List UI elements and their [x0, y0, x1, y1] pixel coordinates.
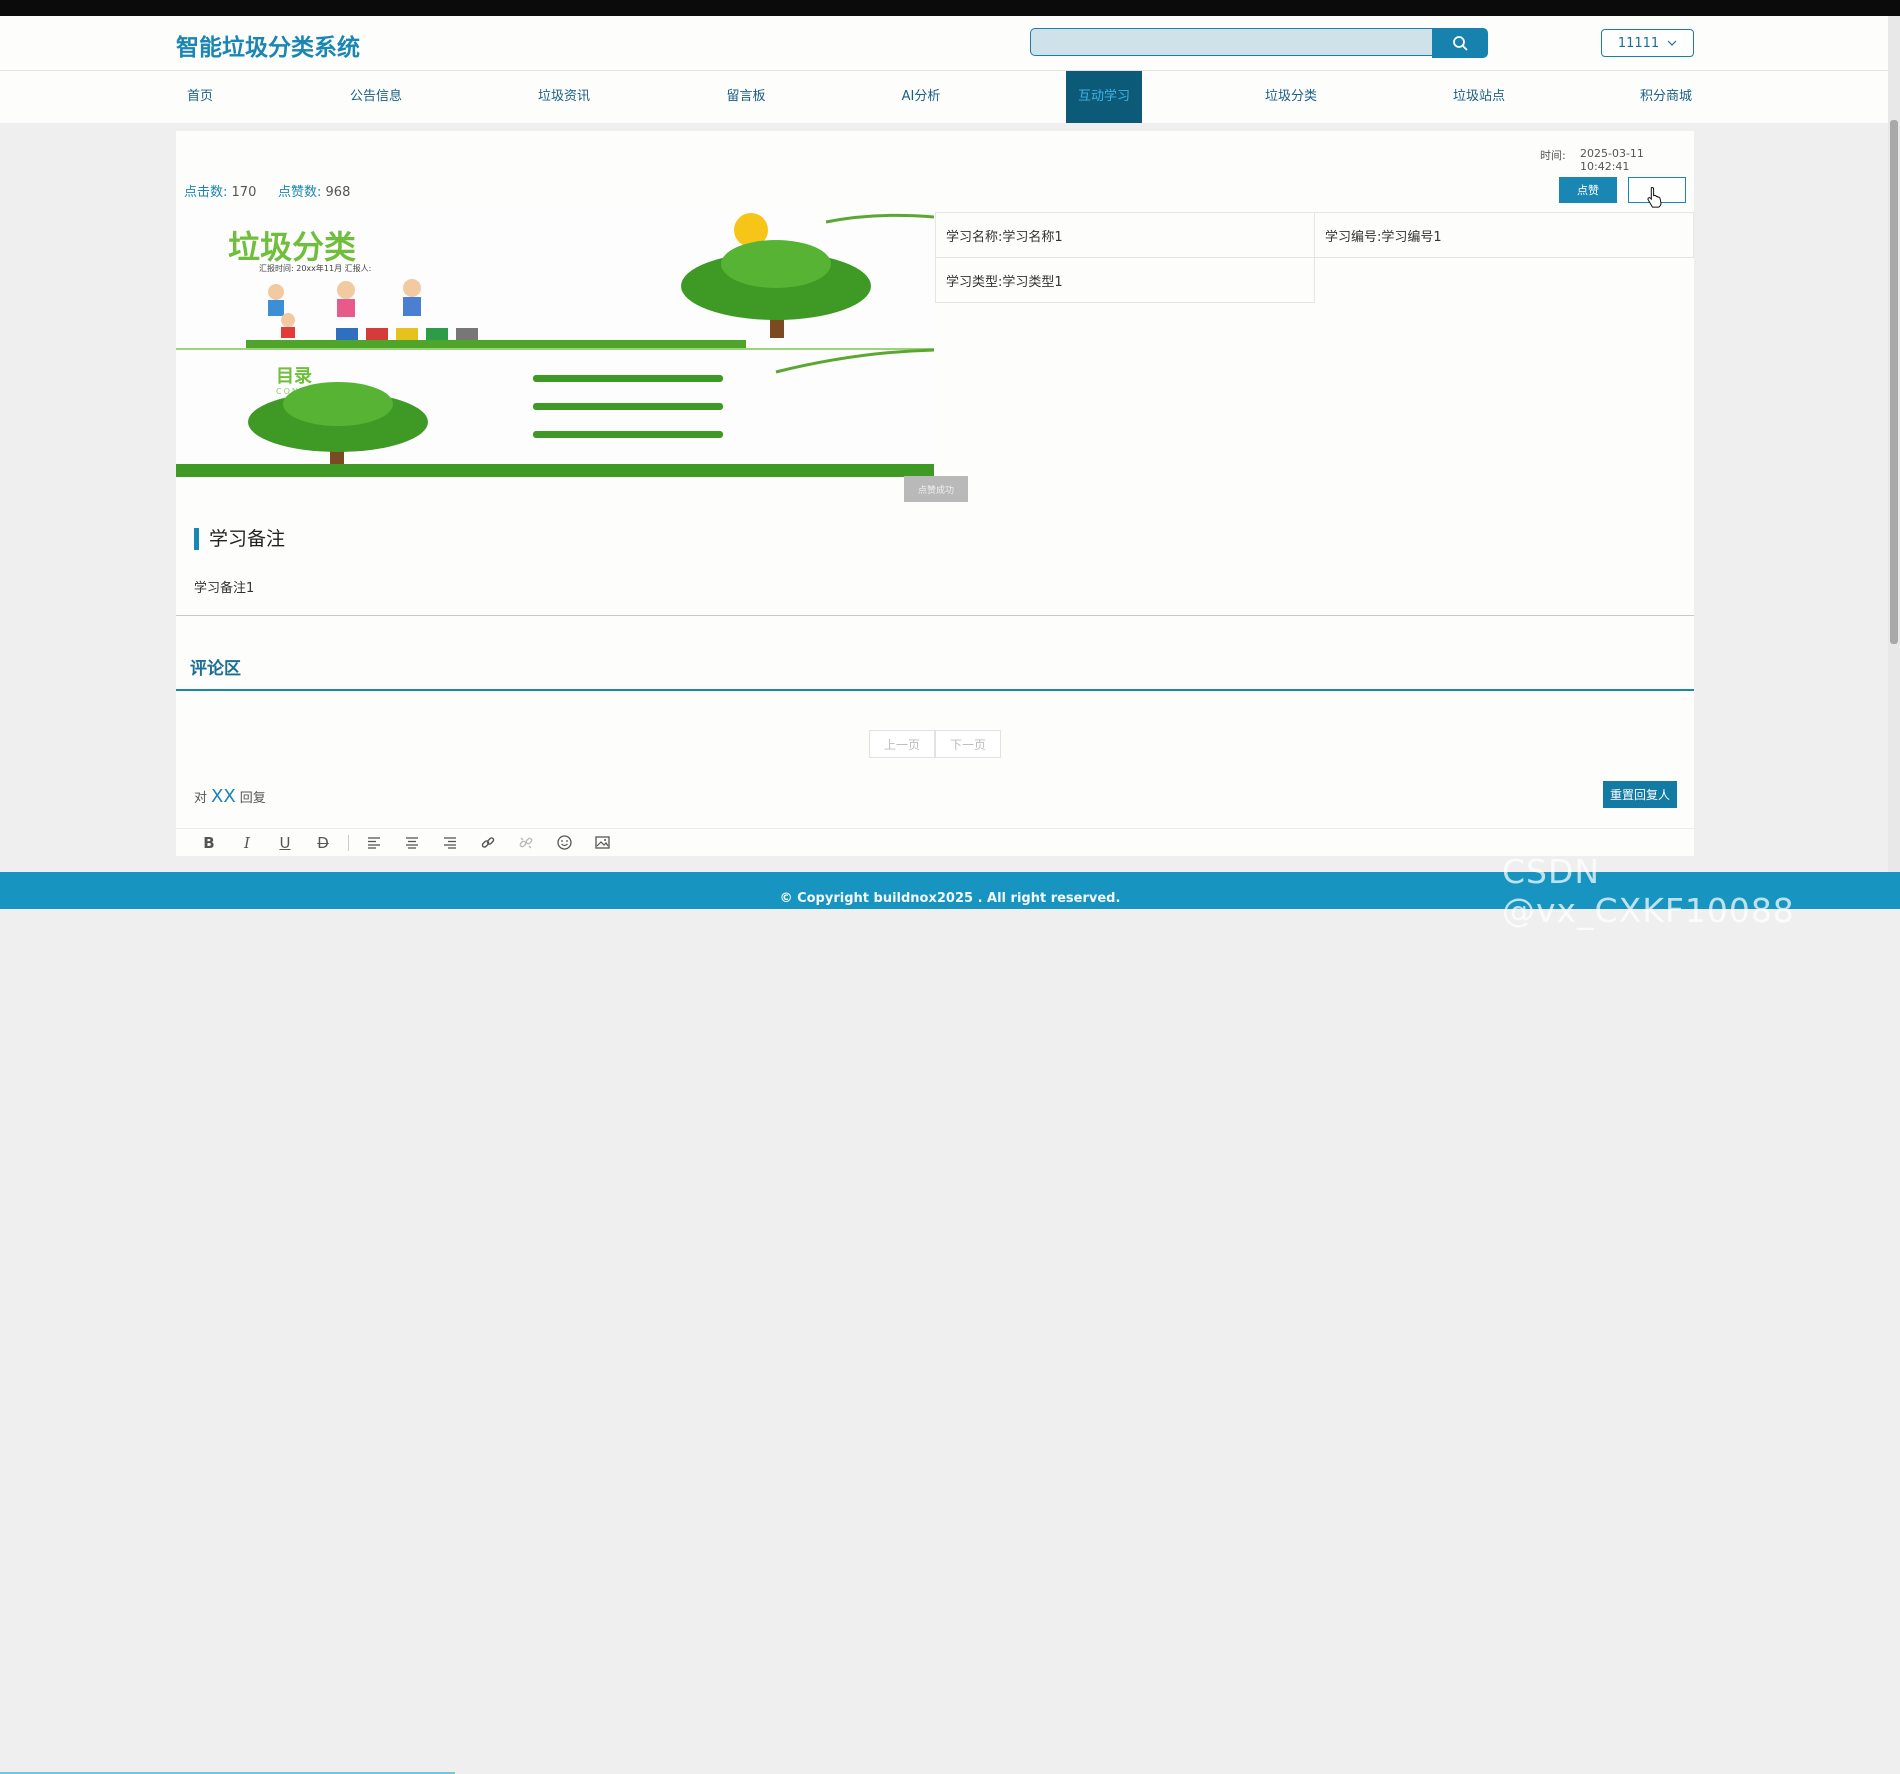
username: 11111: [1617, 35, 1660, 51]
garbage-classification-illustration: 垃圾分类 汇报时间: 20xx年11月 汇报人: 目录: [176, 212, 934, 477]
learning-name: 学习名称:学习名称1: [935, 212, 1315, 258]
editor-toolbar: B I U D: [176, 828, 1694, 856]
toc-title: 目录: [276, 366, 312, 387]
like-count-value: 968: [325, 185, 351, 200]
learning-info-table: 学习名称:学习名称1 学习编号:学习编号1 学习类型:学习类型1: [935, 212, 1694, 303]
nav-item-stations[interactable]: 垃圾站点: [1453, 71, 1505, 123]
click-count-value: 170: [231, 185, 257, 200]
link-icon[interactable]: [469, 831, 507, 855]
comment-section-title: 评论区: [190, 659, 241, 679]
nav-item-ai-analysis[interactable]: AI分析: [902, 71, 941, 123]
like-count: 点赞数: 968: [278, 181, 350, 200]
align-center-icon[interactable]: [393, 831, 431, 855]
toolbar-separator: [348, 834, 349, 851]
site-title: 智能垃圾分类系统: [176, 35, 360, 61]
time-label: 时间:: [1540, 149, 1566, 162]
strikethrough-icon[interactable]: D: [304, 831, 342, 855]
empty-cell: [1315, 258, 1694, 303]
main-nav: 首页 公告信息 垃圾资讯 留言板 AI分析 互动学习 垃圾分类 垃圾站点 积分商…: [0, 71, 1888, 123]
learning-code: 学习编号:学习编号1: [1314, 212, 1694, 258]
comment-section-line: [176, 689, 1694, 691]
chevron-down-icon: [1667, 40, 1677, 46]
reply-prefix: 对: [194, 791, 208, 806]
comment-pagination: 上一页 下一页: [869, 730, 1001, 758]
time-value: 2025-03-11 10:42:41: [1580, 147, 1644, 173]
reply-name: XX: [211, 786, 236, 807]
reset-reply-button[interactable]: 重置回复人: [1603, 781, 1677, 808]
learning-type: 学习类型:学习类型1: [935, 257, 1315, 303]
reply-suffix: 回复: [239, 791, 266, 806]
nav-item-interactive-learning[interactable]: 互动学习: [1065, 71, 1143, 123]
nav-item-points-mall[interactable]: 积分商城: [1640, 71, 1692, 123]
like-success-toast: 点赞成功: [904, 476, 968, 502]
nav-item-announcements[interactable]: 公告信息: [350, 71, 402, 123]
click-count: 点击数: 170: [184, 181, 256, 200]
banner-title: 垃圾分类: [228, 228, 356, 266]
csdn-watermark: CSDN @vx_CXKF10088: [1502, 852, 1795, 930]
learning-image: 垃圾分类 汇报时间: 20xx年11月 汇报人: 目录: [176, 212, 934, 477]
reply-target: 对 XX 回复: [194, 786, 266, 807]
scrollbar-thumb[interactable]: [1890, 120, 1898, 644]
prev-page-button[interactable]: 上一页: [869, 730, 935, 758]
emoji-icon[interactable]: [545, 831, 583, 855]
align-left-icon[interactable]: [355, 831, 393, 855]
user-menu-button[interactable]: 11111: [1601, 29, 1694, 57]
search-icon: [1453, 36, 1468, 51]
page-scrollbar[interactable]: [1888, 16, 1900, 909]
next-page-button[interactable]: 下一页: [935, 730, 1001, 758]
underline-icon[interactable]: U: [266, 831, 304, 855]
nav-item-home[interactable]: 首页: [187, 71, 213, 123]
search-input[interactable]: [1030, 28, 1434, 56]
click-count-label: 点击数:: [184, 185, 228, 200]
unlink-icon[interactable]: [507, 831, 545, 855]
nav-item-message-board[interactable]: 留言板: [726, 71, 765, 123]
site-header: 智能垃圾分类系统 11111: [0, 16, 1888, 71]
window-top-bar: [0, 0, 1900, 16]
note-content: 学习备注1: [194, 581, 255, 596]
note-section-title: 学习备注: [194, 528, 285, 550]
hand-cursor-icon: [1647, 186, 1662, 208]
italic-icon[interactable]: I: [228, 831, 266, 855]
banner-subtitle: 汇报时间: 20xx年11月 汇报人:: [259, 263, 371, 273]
like-count-label: 点赞数:: [278, 185, 322, 200]
bold-icon[interactable]: B: [190, 831, 228, 855]
search-button[interactable]: [1432, 28, 1488, 58]
image-icon[interactable]: [583, 831, 621, 855]
nav-item-classification[interactable]: 垃圾分类: [1265, 71, 1317, 123]
nav-item-news[interactable]: 垃圾资讯: [538, 71, 590, 123]
like-button[interactable]: 点赞: [1559, 177, 1617, 203]
detail-panel: 时间: 2025-03-11 10:42:41 点击数: 170 点赞数: 96…: [176, 131, 1694, 856]
section-divider: [176, 615, 1694, 616]
align-right-icon[interactable]: [431, 831, 469, 855]
